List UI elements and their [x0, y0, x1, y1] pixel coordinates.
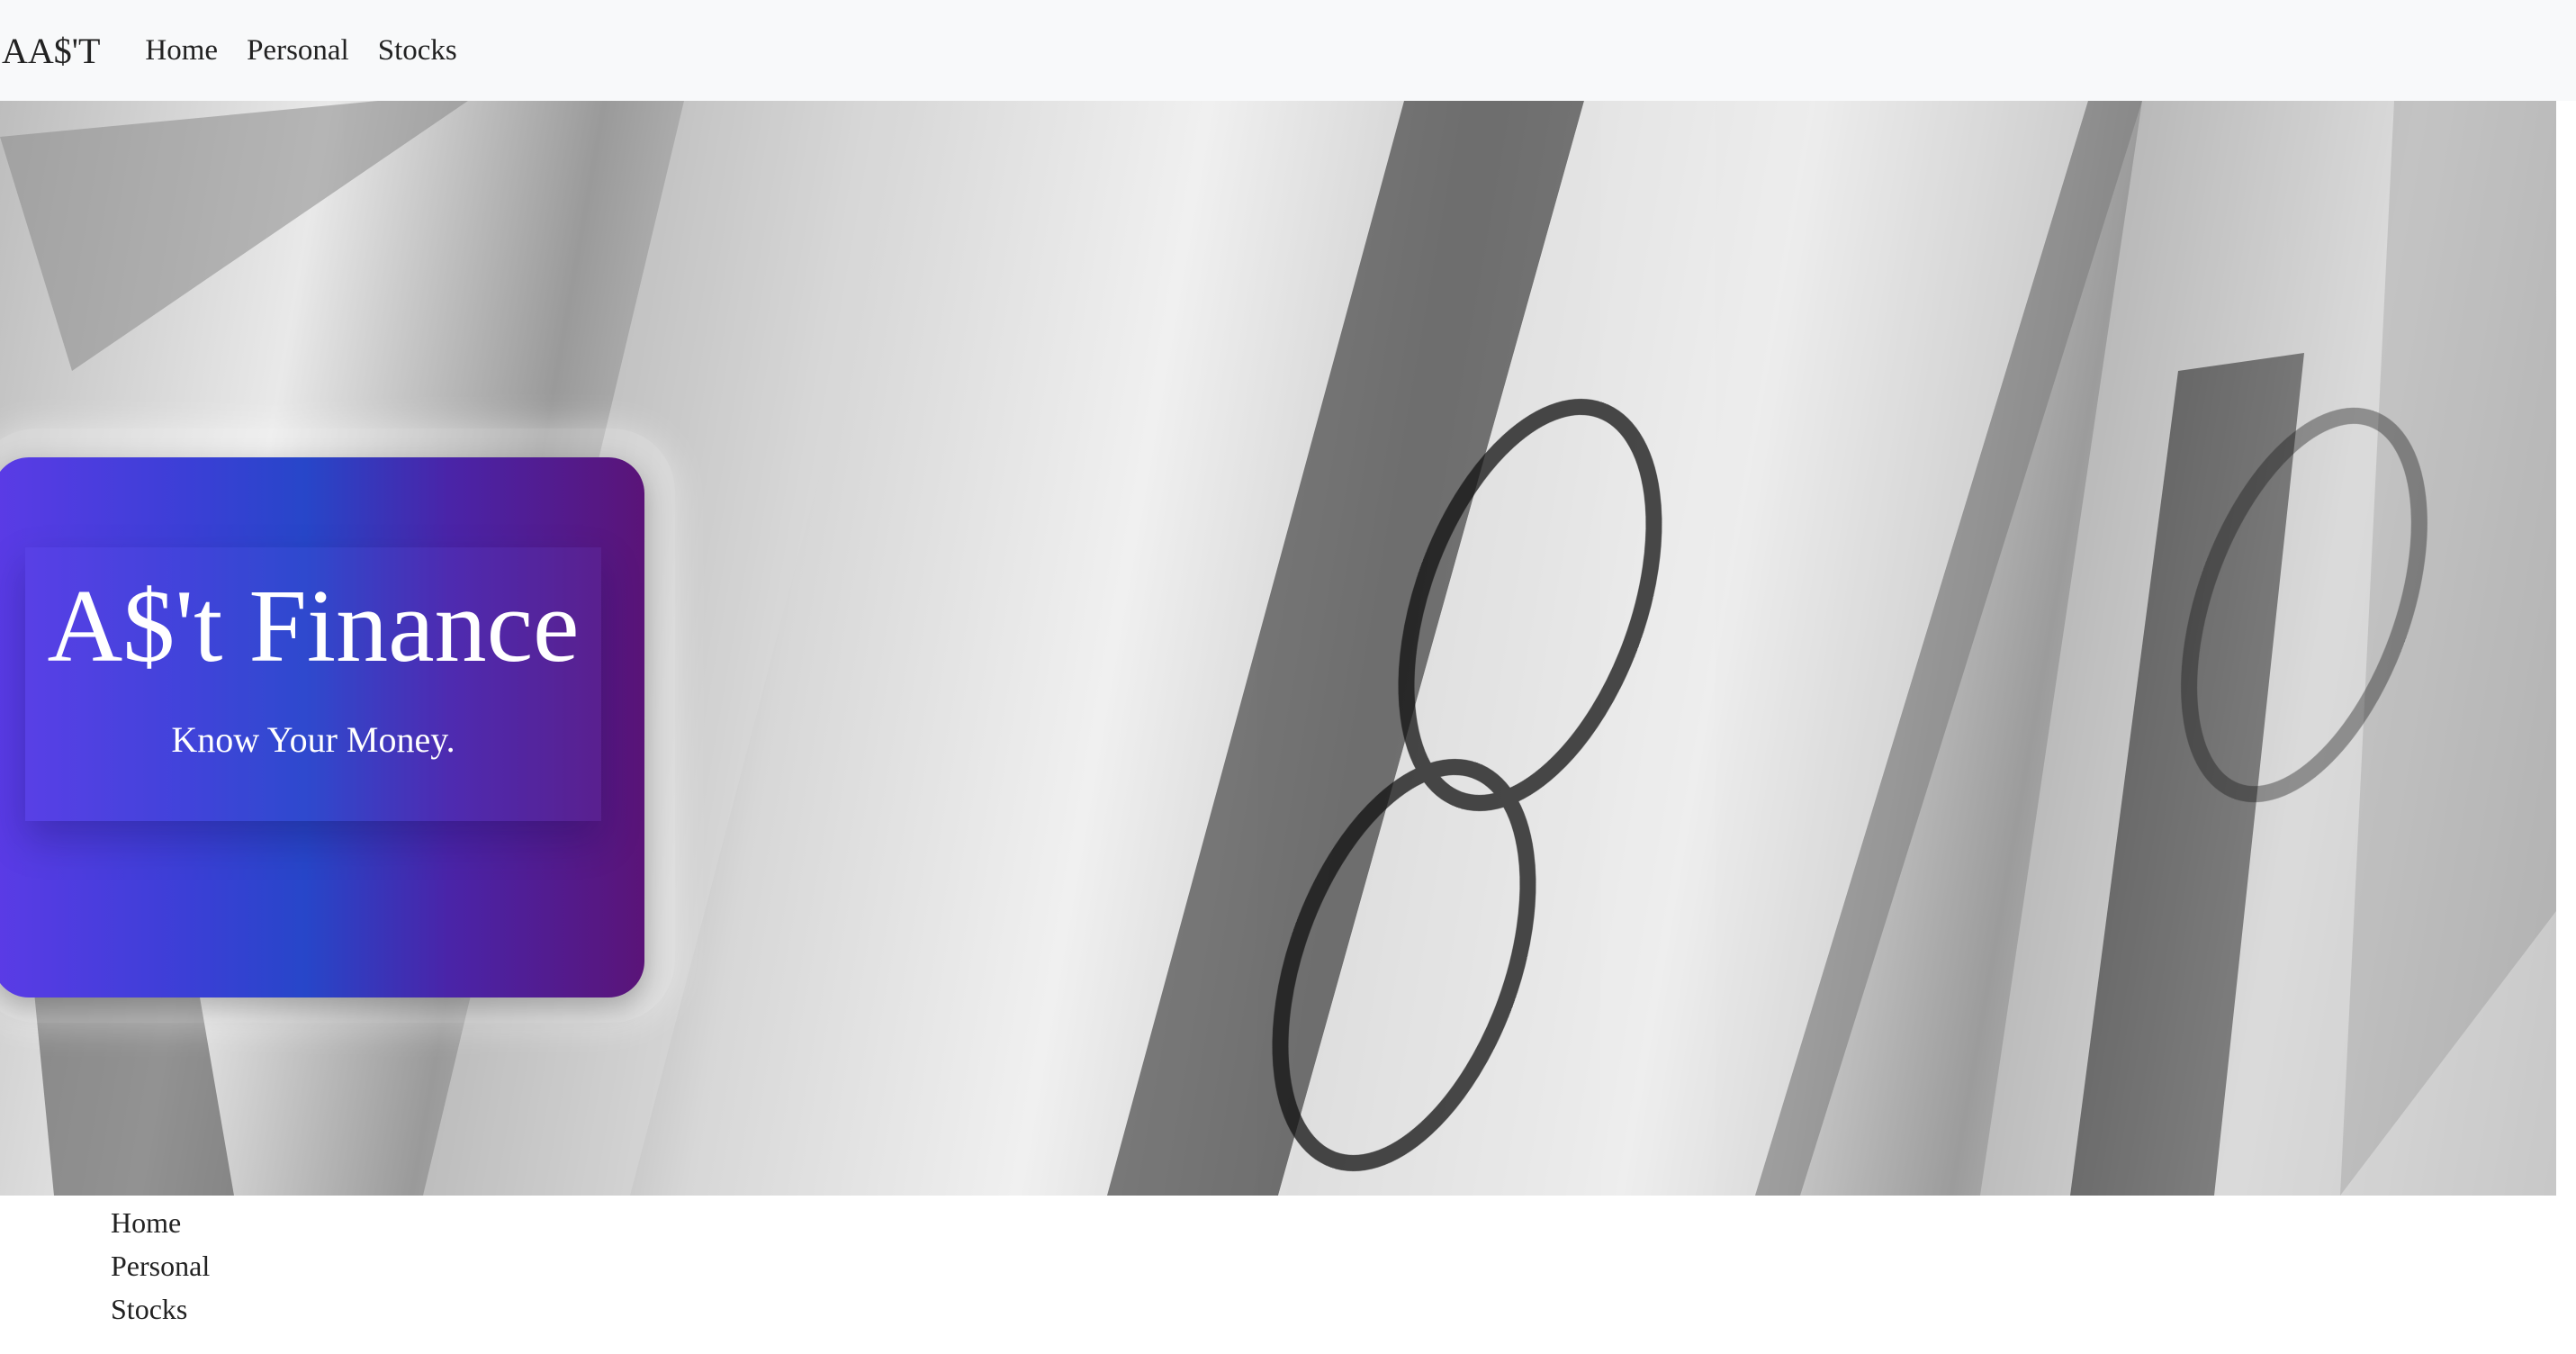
top-navbar: AA$'T Home Personal Stocks	[0, 0, 2576, 101]
hero-banner: A$'t Finance Know Your Money.	[0, 101, 2556, 1196]
nav-link-stocks[interactable]: Stocks	[378, 34, 457, 68]
bottom-link-home[interactable]: Home	[111, 1201, 210, 1244]
hero-subtitle: Know Your Money.	[171, 719, 455, 760]
bottom-nav-list: Home Personal Stocks	[111, 1201, 210, 1331]
hero-card: A$'t Finance Know Your Money.	[0, 457, 644, 997]
nav-link-personal[interactable]: Personal	[247, 34, 349, 68]
bottom-link-personal[interactable]: Personal	[111, 1244, 210, 1287]
hero-title: A$'t Finance	[47, 569, 580, 684]
nav-link-home[interactable]: Home	[145, 34, 218, 68]
brand-link[interactable]: AA$'T	[2, 30, 100, 72]
bottom-link-stocks[interactable]: Stocks	[111, 1287, 210, 1331]
hero-card-inner: A$'t Finance Know Your Money.	[25, 547, 601, 821]
